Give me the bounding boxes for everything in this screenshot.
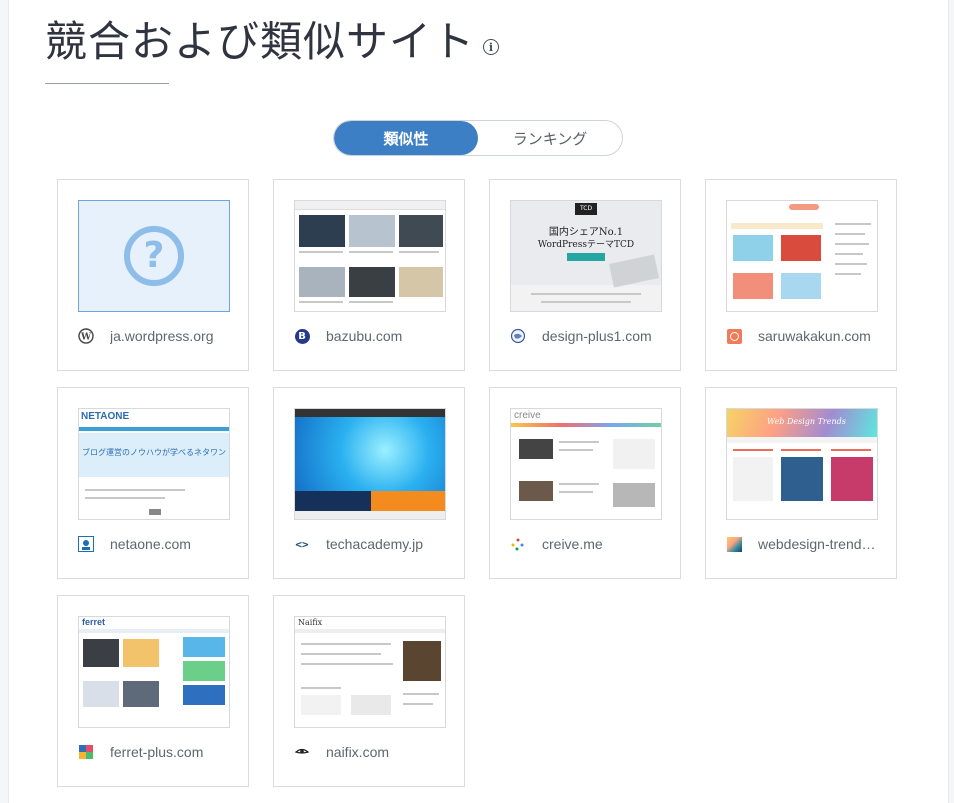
site-thumbnail: ferret: [78, 616, 230, 728]
site-domain[interactable]: ja.wordpress.org: [110, 328, 230, 344]
site-row: naifix.com: [294, 742, 446, 762]
site-card[interactable]: NETAONE ブログ運営のノウハウが学べるネタワン netaone.com: [57, 387, 249, 579]
site-row: <> techacademy.jp: [294, 534, 446, 554]
ferret-icon: [78, 744, 94, 760]
site-card[interactable]: ? W ja.wordpress.org: [57, 179, 249, 371]
site-domain[interactable]: bazubu.com: [326, 328, 446, 344]
title-row: 競合および類似サイト i: [45, 14, 500, 70]
site-domain[interactable]: creive.me: [542, 536, 662, 552]
site-thumbnail: NETAONE ブログ運営のノウハウが学べるネタワン: [78, 408, 230, 520]
site-card[interactable]: B bazubu.com: [273, 179, 465, 371]
site-card[interactable]: creive creive.me: [489, 387, 681, 579]
site-thumbnail: [726, 200, 878, 312]
saruwakakun-icon: [726, 328, 742, 344]
site-row: webdesign-trends.net: [726, 534, 878, 554]
site-card[interactable]: TCD 国内シェアNo.1 WordPressテーマTCD design-plu…: [489, 179, 681, 371]
site-domain[interactable]: ferret-plus.com: [110, 744, 230, 760]
site-card[interactable]: <> techacademy.jp: [273, 387, 465, 579]
site-row: B bazubu.com: [294, 326, 446, 346]
bazubu-icon: B: [294, 328, 310, 344]
netaone-icon: [78, 536, 94, 552]
site-grid: ? W ja.wordpress.org B bazubu.com TCD 国内…: [57, 179, 897, 787]
site-row: netaone.com: [78, 534, 230, 554]
site-row: creive.me: [510, 534, 662, 554]
site-domain[interactable]: webdesign-trends.net: [758, 536, 878, 552]
site-thumbnail: ?: [78, 200, 230, 312]
wordpress-icon: W: [78, 328, 94, 344]
site-thumbnail: TCD 国内シェアNo.1 WordPressテーマTCD: [510, 200, 662, 312]
site-row: ferret-plus.com: [78, 742, 230, 762]
site-domain[interactable]: naifix.com: [326, 744, 446, 760]
site-row: saruwakakun.com: [726, 326, 878, 346]
site-card[interactable]: ferret ferret-plus.com: [57, 595, 249, 787]
eye-icon: [294, 744, 310, 760]
site-row: W ja.wordpress.org: [78, 326, 230, 346]
site-row: design-plus1.com: [510, 326, 662, 346]
site-thumbnail: [294, 200, 446, 312]
globe-icon: [510, 328, 526, 344]
webdesign-trends-icon: [726, 536, 742, 552]
site-domain[interactable]: netaone.com: [110, 536, 230, 552]
site-card[interactable]: Web Design Trends webdesign-trends.net: [705, 387, 897, 579]
site-thumbnail: [294, 408, 446, 520]
site-thumbnail: Web Design Trends: [726, 408, 878, 520]
title-underline: [45, 83, 169, 84]
view-toggle: 類似性 ランキング: [333, 120, 623, 156]
info-icon[interactable]: i: [483, 39, 500, 55]
svg-text:W: W: [80, 333, 92, 343]
site-thumbnail: creive: [510, 408, 662, 520]
site-domain[interactable]: design-plus1.com: [542, 328, 662, 344]
sparkle-icon: [510, 536, 526, 552]
site-card[interactable]: Naifix naifix.com: [273, 595, 465, 787]
site-thumbnail: Naifix: [294, 616, 446, 728]
site-card[interactable]: saruwakakun.com: [705, 179, 897, 371]
toggle-similarity[interactable]: 類似性: [334, 121, 478, 155]
toggle-ranking[interactable]: ランキング: [478, 121, 622, 155]
page-title: 競合および類似サイト: [45, 17, 476, 66]
site-domain[interactable]: techacademy.jp: [326, 536, 446, 552]
code-brackets-icon: <>: [295, 537, 309, 551]
thumb-symbol: ?: [143, 235, 165, 276]
competitor-panel: 競合および類似サイト i 類似性 ランキング ? W ja.wordpress.…: [8, 0, 949, 803]
site-domain[interactable]: saruwakakun.com: [758, 328, 878, 344]
